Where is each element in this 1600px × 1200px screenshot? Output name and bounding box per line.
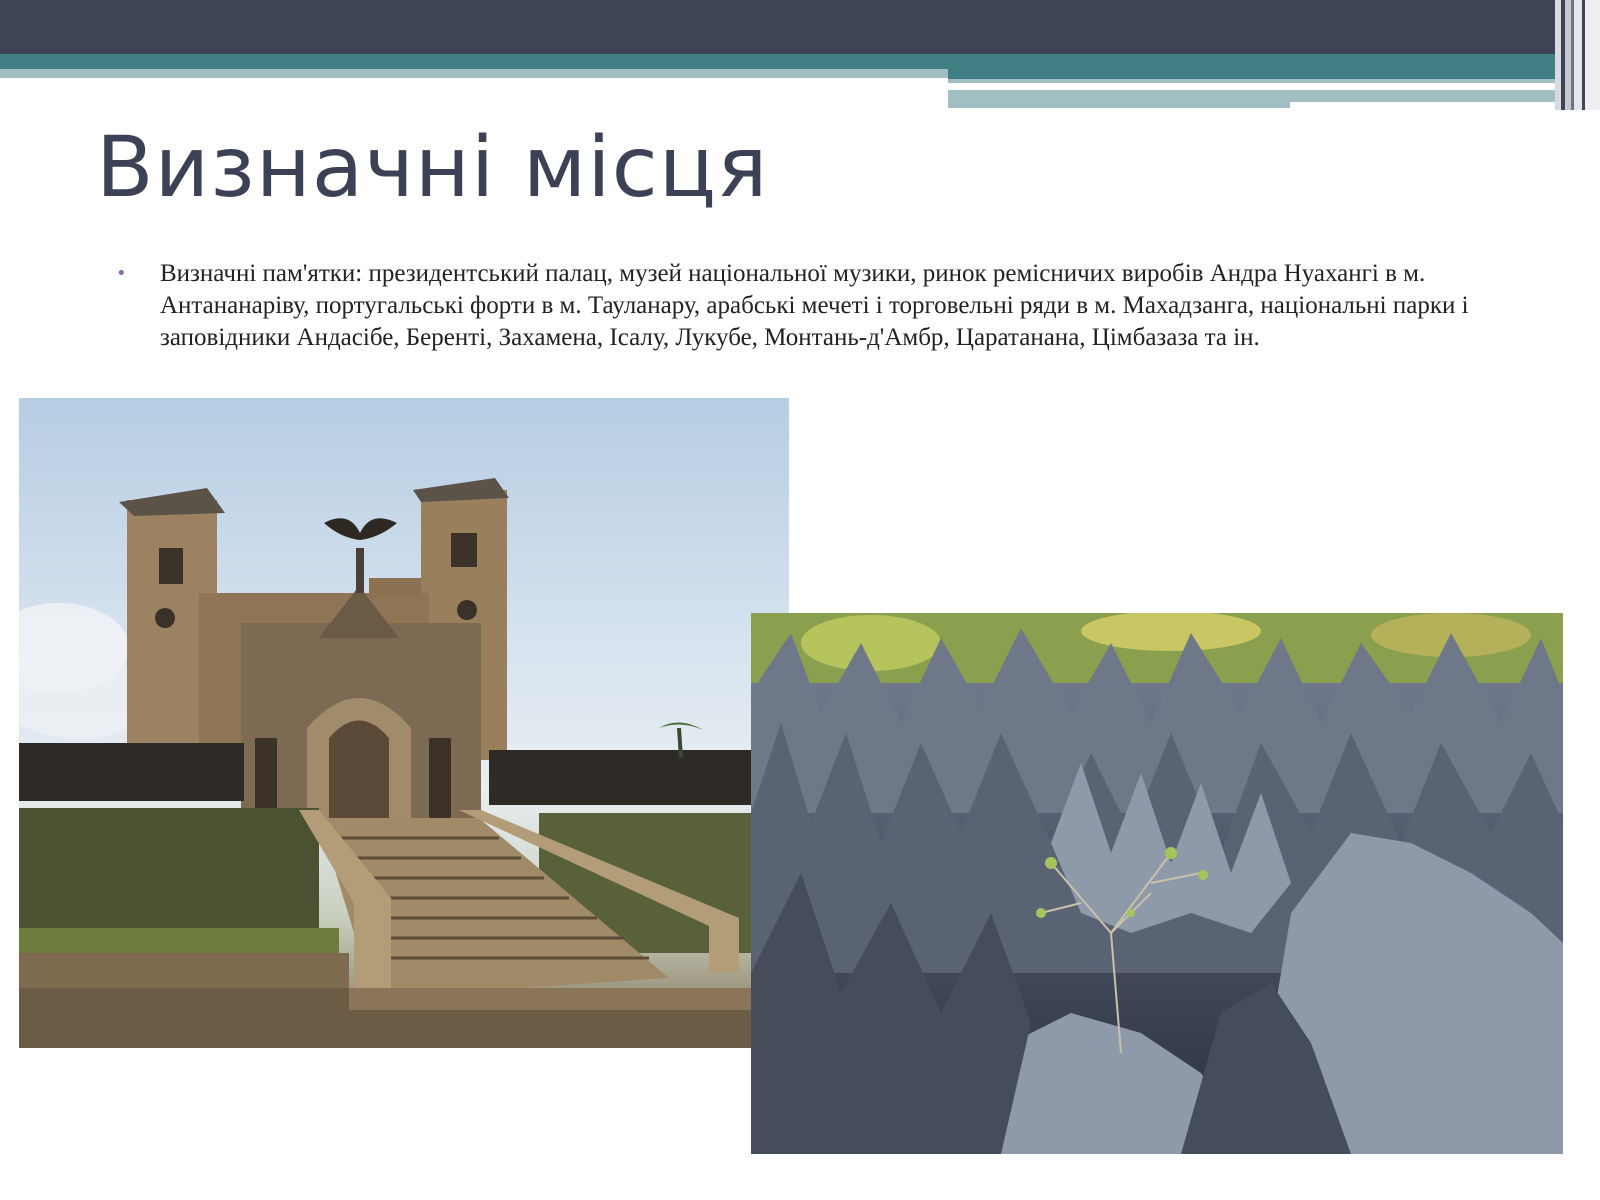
tsingy-photo: [751, 613, 1563, 1154]
bullet-text: Визначні пам'ятки: президентський палац,…: [160, 260, 1469, 351]
header-edge-bars: [1555, 0, 1600, 110]
palace-illustration: [19, 478, 789, 1048]
header-band-teal-right: [948, 69, 1560, 79]
header-band-dark: [0, 0, 1600, 54]
bullet-list-item: • Визначні пам'ятки: президентський пала…: [116, 258, 1516, 354]
palace-photo: [19, 398, 789, 1048]
header-stripe: [948, 79, 1560, 83]
bullet-icon: •: [116, 263, 127, 284]
tsingy-illustration: [751, 613, 1563, 1154]
header-band-light: [0, 69, 948, 78]
slide-title: Визначні місця: [96, 118, 769, 216]
header-band-teal: [0, 54, 1560, 69]
header-stripe: [1290, 102, 1560, 108]
